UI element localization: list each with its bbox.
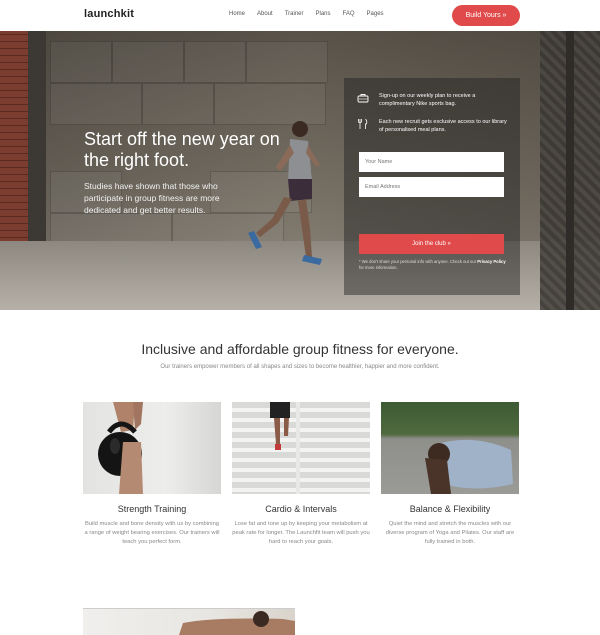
nav-item-trainer[interactable]: Trainer xyxy=(285,11,304,17)
nav-item-home[interactable]: Home xyxy=(229,11,245,17)
privacy-note-text: * We don't share your personal info with… xyxy=(359,259,477,264)
stone-block xyxy=(50,41,112,83)
privacy-note: * We don't share your personal info with… xyxy=(359,259,507,271)
build-yours-button[interactable]: Build Yours » xyxy=(452,5,520,26)
privacy-policy-link[interactable]: Privacy Policy xyxy=(477,259,505,264)
main-menu: Home About Trainer Plans FAQ Pages xyxy=(229,11,384,17)
stone-block xyxy=(142,83,214,125)
card-title: Strength Training xyxy=(117,504,187,514)
signup-panel: Sign-up on our weekly plan to receive a … xyxy=(344,78,520,295)
fork-knife-icon xyxy=(358,118,368,129)
perk-meal-text: Each new recruit gets exclusive access t… xyxy=(379,119,507,133)
pushup-image xyxy=(83,608,295,635)
card-title: Cardio & Intervals xyxy=(265,504,337,514)
balance-image xyxy=(381,402,519,494)
stone-block xyxy=(184,41,246,83)
card-balance: Balance & Flexibility Quiet the mind and… xyxy=(381,402,519,547)
pushup-photo xyxy=(179,611,295,635)
card-title: Balance & Flexibility xyxy=(409,504,491,514)
brick-wall xyxy=(0,31,28,251)
privacy-note-end: for more information. xyxy=(359,265,398,270)
cardio-image xyxy=(232,402,370,494)
hero-title: Start off the new year on the right foot… xyxy=(84,129,280,170)
nav-item-faq[interactable]: FAQ xyxy=(343,11,355,17)
nav-item-pages[interactable]: Pages xyxy=(367,11,384,17)
kettlebell-photo xyxy=(98,402,143,494)
card-text: Lose fat and tone up by keeping your met… xyxy=(232,521,370,545)
card-text: Quiet the mind and stretch the muscles w… xyxy=(385,521,515,545)
name-field[interactable] xyxy=(359,152,504,172)
stone-block xyxy=(112,41,184,83)
bag-icon xyxy=(357,94,369,103)
section-subtitle: Our trainers empower members of all shap… xyxy=(160,364,440,370)
wall-edge xyxy=(28,31,46,251)
hero-section: Start off the new year on the right foot… xyxy=(0,31,600,310)
nav-item-about[interactable]: About xyxy=(257,11,273,17)
logo[interactable]: launchkit xyxy=(84,8,134,20)
strength-image xyxy=(83,402,221,494)
join-club-button[interactable]: Join the club » xyxy=(359,234,504,254)
stone-block xyxy=(246,41,328,83)
perk-bag-text: Sign-up on our weekly plan to receive a … xyxy=(379,93,476,107)
nav-item-plans[interactable]: Plans xyxy=(316,11,331,17)
steel-column xyxy=(566,31,574,310)
card-strength: Strength Training Build muscle and bone … xyxy=(83,402,221,547)
card-text: Build muscle and bone density with us by… xyxy=(84,521,220,545)
stone-block xyxy=(50,83,142,125)
hero-description: Studies have shown that those who partic… xyxy=(84,181,220,215)
stretch-photo xyxy=(425,439,513,494)
section-title: Inclusive and affordable group fitness f… xyxy=(141,341,459,357)
stairs-photo xyxy=(270,402,300,494)
card-cardio: Cardio & Intervals Lose fat and tone up … xyxy=(232,402,370,547)
email-field[interactable] xyxy=(359,177,504,197)
top-nav: launchkit Home About Trainer Plans FAQ P… xyxy=(0,0,600,31)
